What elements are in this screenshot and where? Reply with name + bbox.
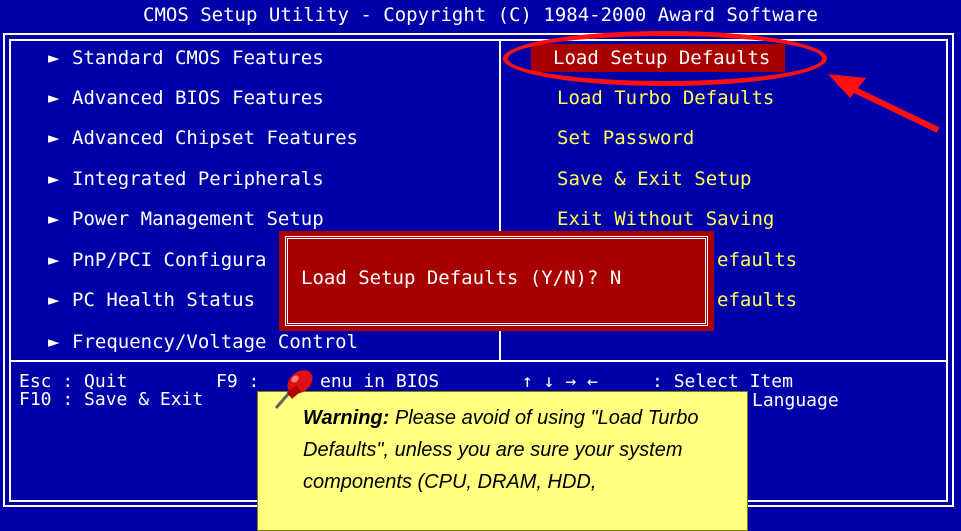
pushpin-icon: [274, 370, 313, 409]
warning-note: Warning: Please avoid of using "Load Tur…: [257, 391, 748, 531]
